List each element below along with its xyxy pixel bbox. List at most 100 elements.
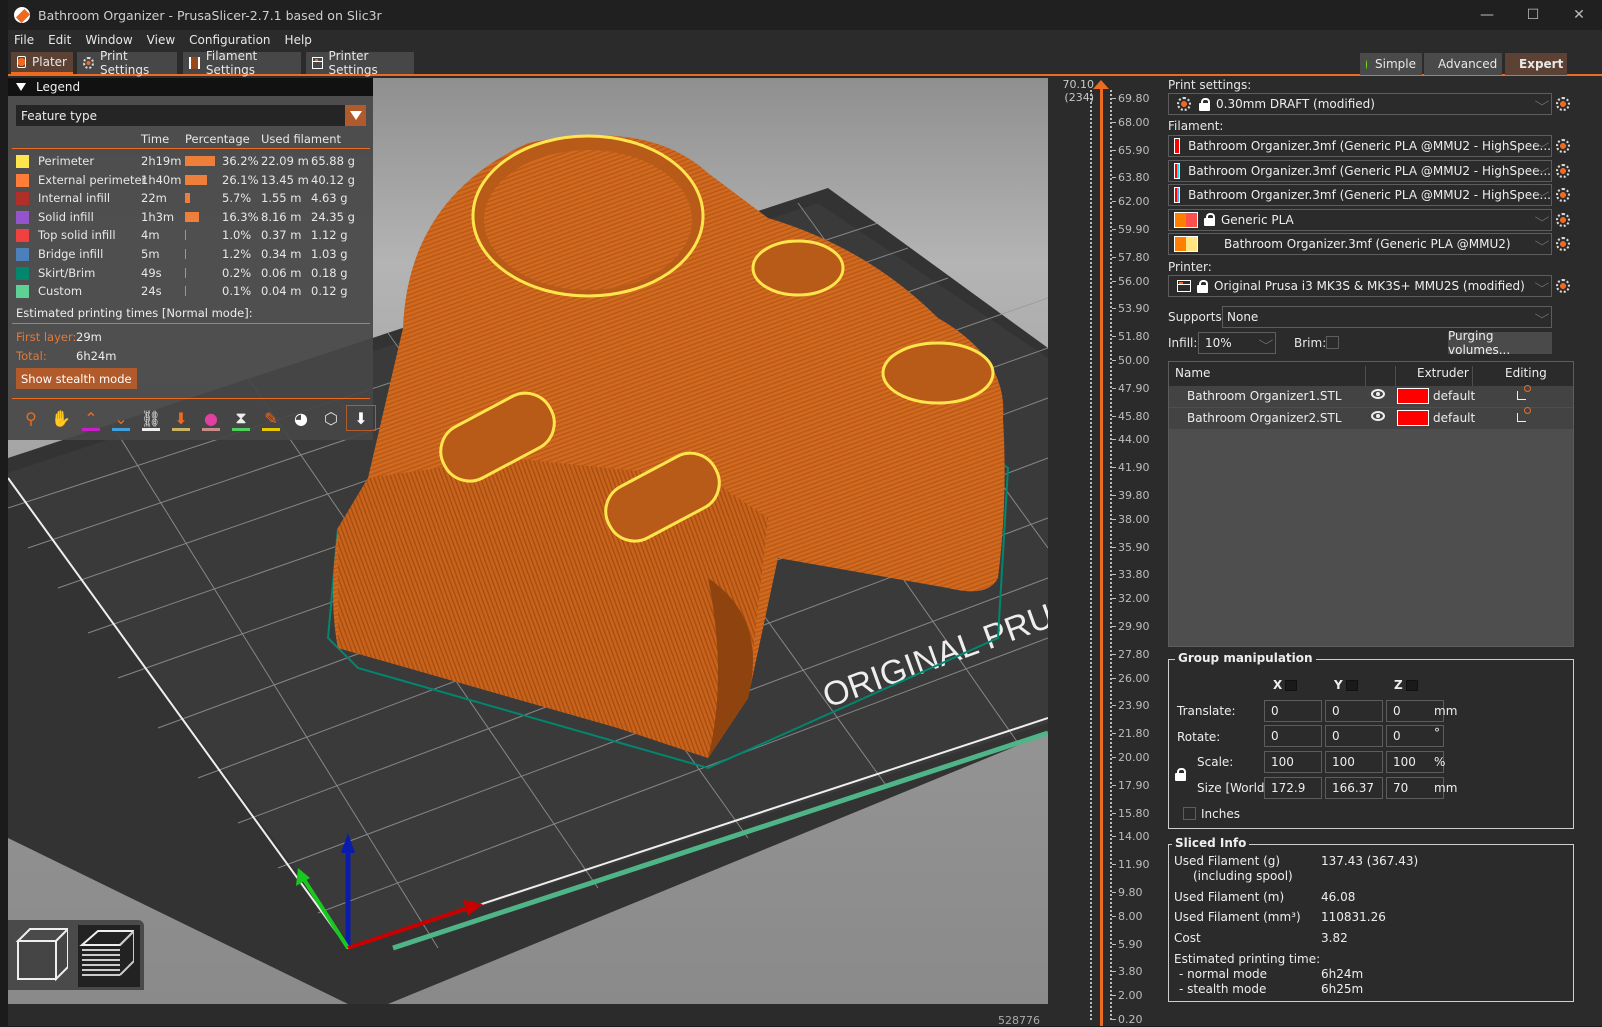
edit-filament-icon[interactable] [1556, 139, 1570, 153]
menu-view[interactable]: View [147, 33, 175, 47]
scale-x-input[interactable]: 100 [1264, 751, 1322, 773]
scale-y-input[interactable]: 100 [1325, 751, 1383, 773]
size-x-input[interactable]: 172.9 [1264, 777, 1322, 799]
col-extruder[interactable]: Extruder [1417, 366, 1469, 380]
translate-x-input[interactable]: 0 [1264, 700, 1322, 722]
filament-combo[interactable]: Bathroom Organizer.3mf (Generic PLA @MMU… [1168, 135, 1552, 157]
filament-color-swatch[interactable] [1174, 236, 1198, 252]
brim-checkbox[interactable] [1326, 336, 1339, 349]
3d-preview-viewport[interactable]: ORIGINAL PRUSA Legend Feature type Time … [8, 78, 1048, 1004]
feature-length: 0.34 m [261, 247, 302, 261]
tool-changes-icon[interactable]: ⬇ [166, 405, 196, 431]
edit-print-profile-icon[interactable] [1556, 97, 1570, 111]
filament-combo[interactable]: Bathroom Organizer.3mf (Generic PLA @MMU… [1168, 159, 1552, 182]
slider-top-thumb[interactable] [1093, 80, 1109, 89]
wipe-hand-icon[interactable]: ✋ [46, 405, 76, 431]
dropdown-arrow-icon[interactable] [345, 105, 366, 126]
legend-row[interactable]: Custom 24s 0.1% 0.04 m 0.12 g [8, 282, 373, 300]
percentage-bar [185, 230, 186, 241]
purging-volumes-button[interactable]: Purging volumes... [1448, 329, 1552, 357]
filament-color-swatch[interactable] [1174, 162, 1181, 179]
edit-filament-icon[interactable] [1556, 237, 1570, 251]
tab-print-settings[interactable]: Print Settings [77, 49, 177, 77]
feature-color-swatch [16, 173, 29, 187]
mode-advanced-button[interactable]: Advanced [1424, 53, 1502, 75]
legend-row[interactable]: Solid infill 1h3m 16.3% 8.16 m 24.35 g [8, 208, 373, 226]
extruder-color-swatch[interactable] [1397, 388, 1429, 404]
col-name[interactable]: Name [1175, 366, 1210, 380]
layer-height-label: 3.80 [1112, 965, 1143, 979]
preview-layers-button[interactable] [78, 925, 140, 987]
retractions-icon[interactable]: ⌃ [76, 405, 106, 431]
menu-configuration[interactable]: Configuration [189, 33, 270, 47]
view-type-dropdown[interactable]: Feature type [16, 105, 366, 126]
object-row[interactable]: Bathroom Organizer2.STL default [1169, 406, 1573, 429]
mode-expert-button[interactable]: Expert [1505, 53, 1567, 75]
edit-printer-icon[interactable] [1556, 279, 1570, 293]
tab-plater[interactable]: Plater [11, 52, 73, 74]
center-of-gravity-icon[interactable]: ◕ [286, 405, 316, 431]
minimize-button[interactable]: — [1464, 0, 1510, 30]
legend-header[interactable]: Legend [8, 78, 373, 96]
travel-icon[interactable]: ⚲ [16, 405, 46, 431]
legend-row[interactable]: Bridge infill 5m 1.2% 0.34 m 1.03 g [8, 245, 373, 263]
translate-y-input[interactable]: 0 [1325, 700, 1383, 722]
edit-filament-icon[interactable] [1556, 163, 1570, 178]
color-changes-icon[interactable]: ● [196, 405, 226, 431]
visibility-eye-icon[interactable] [1371, 410, 1385, 421]
tab-label: Printer Settings [328, 49, 378, 77]
legend-row[interactable]: External perimeter 1h40m 26.1% 13.45 m 40.12… [8, 171, 373, 189]
legend-row[interactable]: Skirt/Brim 49s 0.2% 0.06 m 0.18 g [8, 264, 373, 282]
legend-row[interactable]: Internal infill 22m 5.7% 1.55 m 4.63 g [8, 189, 373, 207]
lock-icon [1204, 213, 1215, 226]
infill-combo[interactable]: 10% [1198, 332, 1276, 354]
edit-filament-icon[interactable] [1556, 212, 1570, 227]
object-row[interactable]: Bathroom Organizer1.STL default [1169, 385, 1573, 407]
menu-window[interactable]: Window [85, 33, 132, 47]
extruder-color-swatch[interactable] [1397, 409, 1429, 426]
close-button[interactable]: ✕ [1556, 0, 1602, 30]
inches-checkbox[interactable] [1183, 807, 1196, 820]
print-profile-combo[interactable]: 0.30mm DRAFT (modified) [1168, 93, 1552, 115]
uniform-scale-lock-icon[interactable] [1175, 768, 1186, 781]
legend-row[interactable]: Perimeter 2h19m 36.2% 22.09 m 65.88 g [8, 152, 373, 170]
filament-color-swatch[interactable] [1174, 138, 1181, 154]
filament-combo[interactable]: Bathroom Organizer.3mf (Generic PLA @MMU… [1168, 184, 1552, 206]
menu-file[interactable]: File [14, 33, 34, 47]
filament-combo[interactable]: Generic PLA [1168, 208, 1552, 231]
printer-combo[interactable]: Original Prusa i3 MK3S & MK3S+ MMU2S (mo… [1168, 275, 1552, 297]
3d-view-button[interactable] [12, 925, 74, 987]
supports-combo[interactable]: None [1222, 306, 1552, 328]
sliced-info-title: Sliced Info [1172, 836, 1250, 850]
rotate-x-input[interactable]: 0 [1264, 725, 1322, 747]
menu-help[interactable]: Help [285, 33, 312, 47]
filament-combo[interactable]: Bathroom Organizer.3mf (Generic PLA @MMU… [1168, 233, 1552, 255]
legend-row[interactable]: Top solid infill 4m 1.0% 0.37 m 1.12 g [8, 226, 373, 244]
slider-track[interactable] [1100, 86, 1103, 1026]
tab-printer-settings[interactable]: Printer Settings [306, 49, 414, 77]
layer-height-label: 17.90 [1112, 778, 1150, 792]
edit-settings-icon[interactable] [1517, 385, 1531, 400]
pause-icon[interactable]: ⧗ [226, 405, 256, 431]
visibility-eye-icon[interactable] [1371, 389, 1385, 399]
edit-settings-icon[interactable] [1517, 406, 1531, 422]
shells-icon[interactable]: ⬡ [316, 405, 346, 431]
printer-icon [312, 57, 323, 69]
mode-simple-button[interactable]: Simple [1360, 53, 1422, 75]
menu-edit[interactable]: Edit [48, 33, 71, 47]
tool-marker-icon[interactable]: ⬇ [346, 405, 376, 431]
layer-slider[interactable]: 70.10 (234) 69.80 68.00 65.90 63.80 62.00 59.… [1048, 78, 1160, 1026]
seams-icon[interactable]: ⛓ [136, 405, 166, 431]
size-y-input[interactable]: 166.37 [1325, 777, 1383, 799]
custom-gcode-icon[interactable]: ✎ [256, 405, 286, 431]
edit-filament-icon[interactable] [1556, 188, 1570, 202]
col-editing[interactable]: Editing [1505, 366, 1547, 380]
deretractions-icon[interactable]: ⌄ [106, 405, 136, 431]
rotate-y-input[interactable]: 0 [1325, 725, 1383, 747]
filament-color-swatch[interactable] [1174, 187, 1181, 203]
legend-divider [12, 148, 370, 149]
filament-color-swatch[interactable] [1174, 211, 1198, 228]
maximize-button[interactable]: ☐ [1510, 0, 1556, 30]
show-stealth-mode-button[interactable]: Show stealth mode [16, 368, 137, 389]
tab-filament-settings[interactable]: Filament Settings [183, 49, 301, 77]
